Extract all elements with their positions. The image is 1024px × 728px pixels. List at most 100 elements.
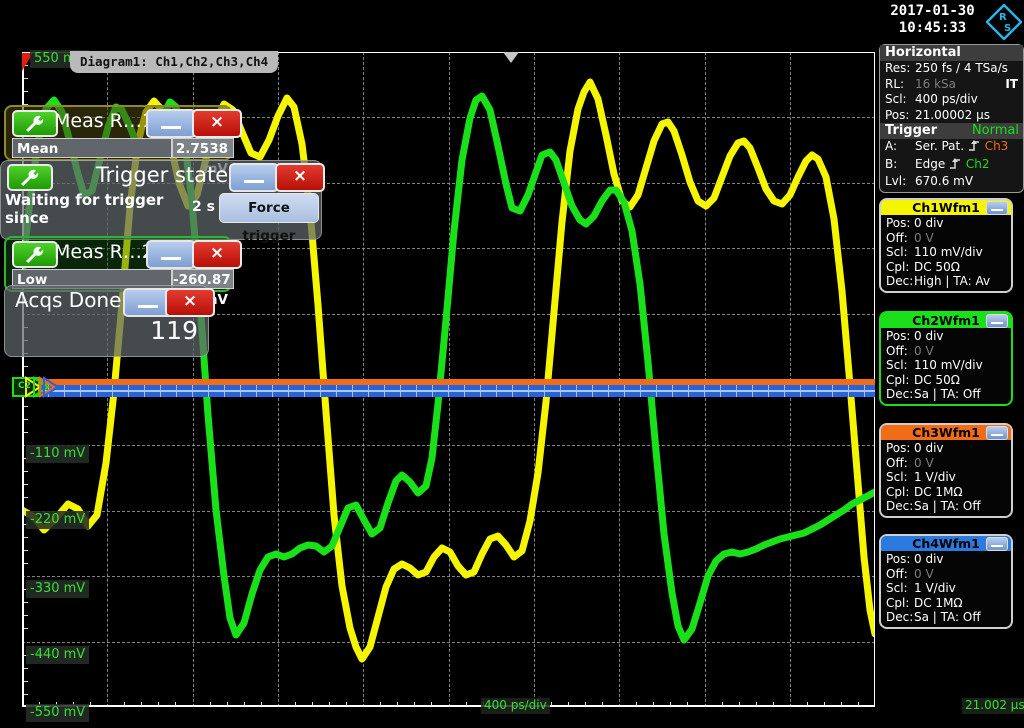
label-trigger-lvl: Lvl: (885, 174, 907, 188)
channel-box-ch4[interactable]: Ch4Wfm1 Pos: 0 div Off: 0 V Scl: 1 V/div Cp… (879, 534, 1013, 629)
close-button[interactable]: × (192, 109, 242, 138)
channel-title-ch1: Ch1Wfm1 (912, 200, 980, 215)
trigger-section-title: Trigger Normal (880, 123, 1023, 139)
ch3-row-off: Off: 0 V (884, 456, 1011, 471)
channel-header-ch1[interactable]: Ch1Wfm1 (881, 200, 1011, 215)
dialog-trigger-state[interactable]: Trigger state × Waiting for trigger sinc… (0, 160, 325, 244)
clock-time: 10:45:33 (898, 20, 967, 36)
value-pos: 0 div (914, 441, 944, 455)
oscilloscope-screen: 2017-01-30 10:45:33 R S C2 550 mV -110 m… (0, 0, 1024, 728)
value-pos: 0 div (914, 216, 944, 230)
dialog-title: Meas R…1 (54, 110, 154, 132)
channel-box-ch3[interactable]: Ch3Wfm1 Pos: 0 div Off: 0 V Scl: 1 V/div Cp… (879, 423, 1013, 518)
dialog-titlebar[interactable]: Acqs Done × (5, 286, 215, 317)
close-button[interactable]: × (192, 240, 242, 269)
axis-label-y4: -440 mV (26, 646, 90, 664)
ch3-row-pos: Pos: 0 div (884, 441, 1011, 456)
label-dec: Dec: (886, 387, 914, 402)
ch1-row-off: Off: 0 V (884, 231, 1011, 246)
label-trigger-a: A: (885, 139, 898, 153)
trigger-state-message: Waiting for trigger since (5, 191, 164, 227)
channel-box-ch2[interactable]: Ch2Wfm1 Pos: 0 div Off: 0 V Scl: 110 mV/div… (879, 311, 1013, 406)
measurement-value: 2.7538 mV (172, 138, 234, 177)
channel-header-ch2[interactable]: Ch2Wfm1 (881, 313, 1011, 328)
dialog-measurement-2[interactable]: Meas R…2 × Low -260.87 mV (4, 236, 242, 308)
label-scl: Scl: (886, 470, 908, 485)
rs-logo-icon: R S (986, 4, 1022, 40)
axis-label-y5: -550 mV (26, 704, 90, 722)
minimize-button[interactable] (229, 163, 279, 192)
settings-wrench-icon[interactable] (12, 110, 58, 137)
minimize-icon[interactable] (986, 201, 1008, 215)
ch3-row-scl: Scl: 1 V/div (884, 470, 1011, 485)
value-cpl: DC 50Ω (914, 372, 960, 387)
ch2-row-cpl: Cpl: DC 50Ω (884, 373, 1011, 388)
trigger-position-marker-icon (503, 52, 519, 63)
value-scl: 110 mV/div (914, 245, 983, 260)
value-off: 0 V (914, 455, 934, 470)
close-button[interactable]: × (165, 288, 215, 317)
force-trigger-button[interactable]: Force trigger (219, 193, 319, 244)
horizontal-row-res: Res: 250 fs / 4 TSa/s (880, 61, 1023, 77)
horizontal-row-scl: Scl: 400 ps/div (880, 92, 1023, 108)
label-pos: Pos: (886, 329, 911, 343)
dialog-measurement-1[interactable]: Meas R…1 × Mean 2.7538 mV (4, 105, 242, 177)
label-rl: RL: (885, 76, 905, 91)
minimize-icon[interactable] (986, 426, 1008, 440)
trigger-b-source: Ch2 (965, 156, 990, 171)
ch1-row-dec: Dec:High | TA: Av (884, 274, 1011, 289)
ch4-row-scl: Scl: 1 V/div (884, 581, 1011, 596)
ch4-row-cpl: Cpl: DC 1MΩ (884, 596, 1011, 611)
svg-text:R: R (999, 12, 1007, 23)
diagram-tab-label[interactable]: Diagram1: Ch1,Ch2,Ch3,Ch4 (70, 51, 279, 73)
value-cpl: DC 1MΩ (914, 484, 963, 499)
label-scl: Scl: (886, 245, 908, 260)
dialog-titlebar[interactable]: Trigger state × (1, 161, 325, 192)
dialog-acquisitions-done[interactable]: Acqs Done × 119 (4, 285, 215, 357)
axis-label-y1: -110 mV (26, 445, 90, 463)
channel-marker-label: C2 (18, 381, 31, 391)
axis-label-time-right: 21.002 µs (962, 698, 1024, 714)
axis-label-y3: -330 mV (26, 580, 90, 598)
ch4-row-off: Off: 0 V (884, 567, 1011, 582)
label-pos: Pos: (886, 441, 911, 455)
minimize-icon[interactable] (986, 537, 1008, 551)
ch2-row-scl: Scl: 110 mV/div (884, 358, 1011, 373)
trigger-mode: Normal (971, 123, 1019, 138)
channel-marker-c2[interactable]: C2 (12, 376, 64, 398)
value-off: 0 V (914, 230, 934, 245)
label-cpl: Cpl: (886, 484, 910, 499)
interpolation-badge: IT (1005, 76, 1018, 91)
label-dec: Dec: (886, 499, 914, 514)
value-dec: Sa | TA: Off (914, 387, 981, 402)
minimize-button[interactable] (146, 240, 196, 269)
dialog-titlebar[interactable]: Meas R…2 × (6, 238, 242, 269)
measurement-name: Mean (12, 138, 172, 158)
label-dec: Dec: (886, 610, 914, 625)
ch1-row-cpl: Cpl: DC 50Ω (884, 260, 1011, 275)
horizontal-trigger-panel[interactable]: Horizontal Res: 250 fs / 4 TSa/s RL: 16 kS… (879, 44, 1024, 193)
value-scl: 400 ps/div (915, 92, 978, 106)
channel-box-ch1[interactable]: Ch1Wfm1 Pos: 0 div Off: 0 V Scl: 110 mV/div… (879, 198, 1013, 293)
close-button[interactable]: × (275, 163, 325, 192)
clock-display: 2017-01-30 10:45:33 (880, 3, 985, 37)
dialog-titlebar[interactable]: Meas R…1 × (6, 107, 242, 138)
label-cpl: Cpl: (886, 259, 910, 274)
label-dec: Dec: (886, 274, 914, 289)
label-pos: Pos: (886, 552, 911, 566)
channel-header-ch3[interactable]: Ch3Wfm1 (881, 425, 1011, 440)
value-res: 250 fs / 4 TSa/s (915, 61, 1008, 75)
ch4-row-dec: Dec:Sa | TA: Off (884, 610, 1011, 625)
minimize-icon[interactable] (986, 314, 1008, 328)
trigger-row-a: A: Ser. Pat. Ch3 (880, 139, 1023, 157)
trigger-a-source: Ch3 (984, 139, 1009, 153)
label-scl: Scl: (885, 92, 907, 106)
settings-wrench-icon[interactable] (12, 241, 58, 268)
label-off: Off: (886, 343, 908, 358)
minimize-button[interactable] (146, 109, 196, 138)
channel-header-ch4[interactable]: Ch4Wfm1 (881, 536, 1011, 551)
label-pos: Pos: (886, 216, 911, 230)
channel-title-ch2: Ch2Wfm1 (912, 313, 980, 328)
value-pos: 0 div (914, 329, 944, 343)
value-scl: 1 V/div (914, 470, 956, 485)
